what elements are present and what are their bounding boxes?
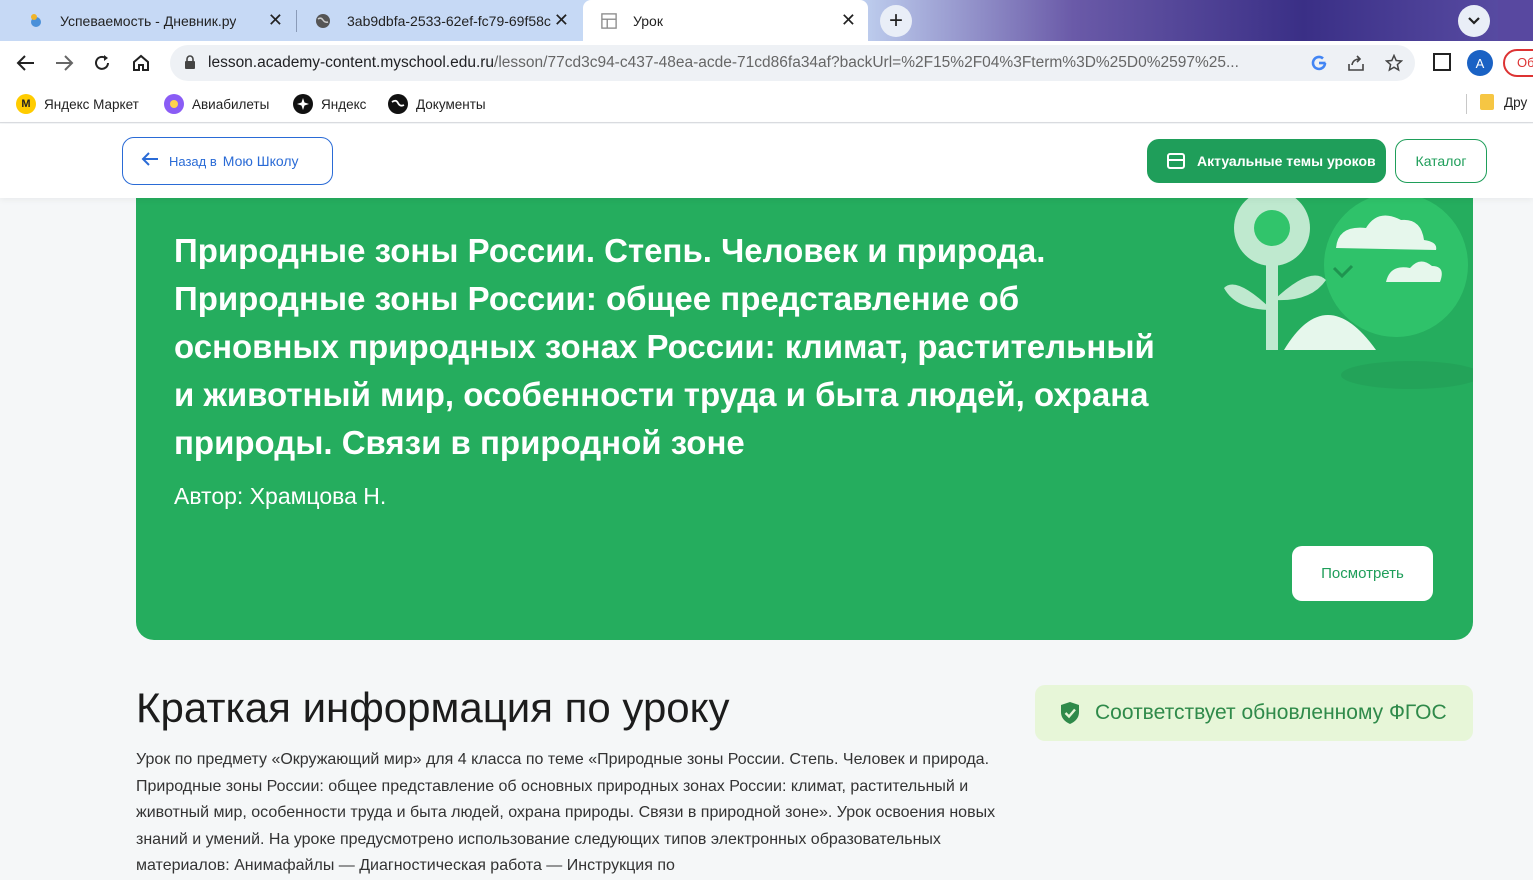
other-bookmarks-label: Дру <box>1504 94 1528 110</box>
plant-cloud-illustration <box>1224 190 1473 389</box>
tab-title: 3ab9dbfa-2533-62ef-fc79-69f58c <box>347 12 551 29</box>
tab-search-button[interactable] <box>1458 5 1490 37</box>
page-grid-icon <box>601 12 617 29</box>
tab-lesson[interactable]: Урок ✕ <box>583 0 868 41</box>
update-button[interactable]: Об <box>1503 49 1533 77</box>
current-topics-button[interactable]: Актуальные темы уроков <box>1147 139 1386 183</box>
tab-title: Успеваемость - Дневник.ру <box>60 12 237 29</box>
profile-avatar[interactable]: A <box>1467 50 1493 76</box>
chevron-down-icon <box>1467 13 1481 29</box>
lesson-description: Урок по предмету «Окружающий мир» для 4 … <box>136 751 996 874</box>
bookmark-documents[interactable]: Документы <box>388 94 486 114</box>
bookmark-star-icon[interactable] <box>1383 52 1405 74</box>
reload-button[interactable] <box>88 49 116 77</box>
home-icon <box>133 54 149 71</box>
share-icon[interactable] <box>1345 52 1367 74</box>
back-nav-button[interactable] <box>12 49 40 77</box>
window-controls-area <box>1498 0 1533 41</box>
side-panel-icon[interactable] <box>1433 53 1451 71</box>
lesson-hero-card: Природные зоны России. Степь. Человек и … <box>136 170 1473 640</box>
yandex-icon <box>293 94 313 114</box>
site-header: Назад в Мою Школу Актуальные темы уроков… <box>0 124 1533 198</box>
watch-button[interactable]: Посмотреть <box>1292 546 1433 601</box>
bookmark-label: Авиабилеты <box>192 96 270 112</box>
globe-icon <box>315 13 331 29</box>
dnevnik-icon <box>28 13 44 29</box>
tab-dnevnik[interactable]: Успеваемость - Дневник.ру ✕ <box>10 0 295 41</box>
tab-title: Урок <box>633 12 663 29</box>
close-icon[interactable]: ✕ <box>268 10 283 31</box>
yandex-market-icon: M <box>16 94 36 114</box>
home-button[interactable] <box>127 49 155 77</box>
globe-icon <box>388 94 408 114</box>
bookmark-yandex[interactable]: Яндекс <box>293 94 366 114</box>
close-icon[interactable]: ✕ <box>554 10 569 31</box>
back-to-school-button[interactable]: Назад в Мою Школу <box>122 137 333 185</box>
current-topics-label: Актуальные темы уроков <box>1197 153 1376 169</box>
back-prefix: Назад в <box>169 153 217 169</box>
browser-tab-strip: Успеваемость - Дневник.ру ✕ 3ab9dbfa-253… <box>0 0 1533 41</box>
url-text[interactable]: lesson.academy-content.myschool.edu.ru/l… <box>208 54 1298 72</box>
browser-toolbar: lesson.academy-content.myschool.edu.ru/l… <box>0 41 1533 85</box>
planet-icon <box>164 94 184 114</box>
close-icon[interactable]: ✕ <box>841 10 856 31</box>
back-label: Мою Школу <box>222 153 299 169</box>
address-bar[interactable]: lesson.academy-content.myschool.edu.ru/l… <box>170 45 1415 81</box>
calendar-icon <box>1167 153 1185 169</box>
lesson-title: Природные зоны России. Степь. Человек и … <box>174 232 1155 461</box>
lesson-author: Автор: Храмцова Н. <box>174 483 387 509</box>
bookmark-label: Яндекс <box>321 96 367 112</box>
reload-icon <box>95 55 109 70</box>
bookmark-aviabilety[interactable]: Авиабилеты <box>164 94 269 114</box>
google-translate-icon[interactable] <box>1308 52 1330 74</box>
bookmarks-bar: M Яндекс Маркет Авиабилеты Яндекс Докуме… <box>0 85 1533 123</box>
shield-check-icon <box>1061 702 1079 724</box>
bookmark-yandex-market[interactable]: M Яндекс Маркет <box>16 94 139 114</box>
fgos-label: Соответствует обновленному ФГОС <box>1095 701 1447 724</box>
arrow-left-icon <box>141 151 159 171</box>
bookmarks-separator <box>1466 94 1467 114</box>
arrow-left-icon <box>16 55 34 71</box>
forward-nav-button[interactable] <box>50 49 78 77</box>
bookmark-label: Яндекс Маркет <box>44 96 139 112</box>
lock-icon <box>185 55 195 69</box>
bookmark-label: Документы <box>416 96 486 112</box>
arrow-right-icon <box>56 55 74 71</box>
fgos-badge: Соответствует обновленному ФГОС <box>1035 685 1473 741</box>
section-title: Краткая информация по уроку <box>136 684 730 731</box>
new-tab-button[interactable]: + <box>880 5 912 37</box>
tab-uuid[interactable]: 3ab9dbfa-2533-62ef-fc79-69f58c ✕ <box>297 0 581 41</box>
url-path: /lesson/77cd3c94-c437-48ea-acde-71cd86fa… <box>494 54 1239 71</box>
catalog-button[interactable]: Каталог <box>1395 139 1487 183</box>
other-bookmarks[interactable]: Дру <box>1480 94 1527 110</box>
folder-icon <box>1480 94 1494 110</box>
url-host: lesson.academy-content.myschool.edu.ru <box>208 54 495 71</box>
